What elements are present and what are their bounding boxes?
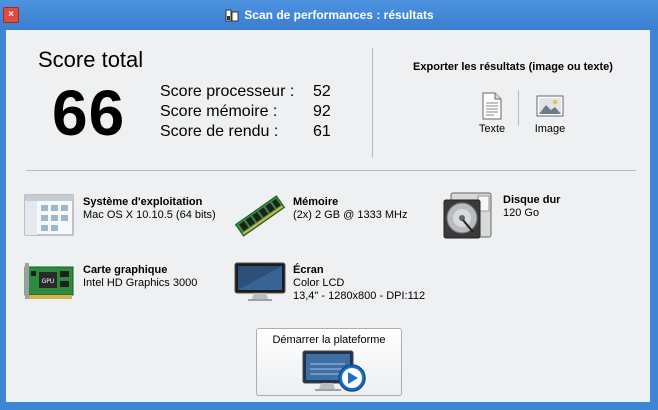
vertical-divider xyxy=(372,48,373,158)
render-score-label: Score de rendu : xyxy=(160,123,279,140)
start-platform-label: Démarrer la plateforme xyxy=(272,334,386,346)
graphics-card-icon: GPU xyxy=(24,263,74,299)
spec-gpu-value: Intel HD Graphics 3000 xyxy=(83,277,198,289)
sub-scores: Score processeur : 52 Score mémoire : 92… xyxy=(160,83,331,143)
monitor-icon xyxy=(234,262,286,301)
spec-screen-heading: Écran xyxy=(293,264,324,276)
spec-screen-line1: Color LCD xyxy=(293,277,345,289)
export-separator xyxy=(518,90,519,126)
spec-disk-value: 120 Go xyxy=(503,207,540,219)
spec-os-heading: Système d'exploitation xyxy=(83,196,203,208)
render-score-value: 61 xyxy=(313,123,331,140)
text-document-icon xyxy=(482,92,502,120)
app-icon xyxy=(225,9,239,22)
export-image-label: Image xyxy=(534,123,566,135)
window-titlebar: × Scan de performances : résultats xyxy=(0,0,658,30)
export-title: Exporter les résultats (image ou texte) xyxy=(413,61,613,73)
finder-window-icon xyxy=(24,194,74,236)
export-text-button[interactable]: Texte xyxy=(467,92,517,135)
start-platform-button[interactable]: Démarrer la plateforme xyxy=(256,328,402,396)
cpu-score-value: 52 xyxy=(313,83,331,100)
horizontal-divider xyxy=(26,170,636,171)
spec-os-value: Mac OS X 10.10.5 (64 bits) xyxy=(83,209,216,221)
memory-score-label: Score mémoire : xyxy=(160,103,278,120)
spec-gpu-heading: Carte graphique xyxy=(83,264,168,276)
cpu-score-label: Score processeur : xyxy=(160,83,295,100)
export-image-button[interactable]: Image xyxy=(525,92,575,135)
memory-score-value: 92 xyxy=(313,103,331,120)
score-title: Score total xyxy=(38,47,144,72)
spec-memory-value: (2x) 2 GB @ 1333 MHz xyxy=(293,209,408,221)
gpu-chip-label: GPU xyxy=(42,278,55,285)
play-monitor-icon xyxy=(302,350,366,392)
spec-memory-heading: Mémoire xyxy=(293,196,339,208)
results-panel: Score total 66 Score processeur : 52 Sco… xyxy=(6,30,650,402)
hard-drive-icon xyxy=(443,192,492,239)
export-text-label: Texte xyxy=(478,123,506,135)
total-score: 66 xyxy=(52,77,126,149)
spec-screen-line2: 13,4" - 1280x800 - DPI:112 xyxy=(293,290,426,302)
image-icon xyxy=(536,95,564,117)
ram-module-icon xyxy=(234,195,286,237)
render-score-row: Score de rendu : 61 xyxy=(160,123,331,143)
close-button[interactable]: × xyxy=(3,7,19,23)
cpu-score-row: Score processeur : 52 xyxy=(160,83,331,103)
spec-disk-heading: Disque dur xyxy=(503,194,561,206)
memory-score-row: Score mémoire : 92 xyxy=(160,103,331,123)
window-title: Scan de performances : résultats xyxy=(244,8,434,22)
